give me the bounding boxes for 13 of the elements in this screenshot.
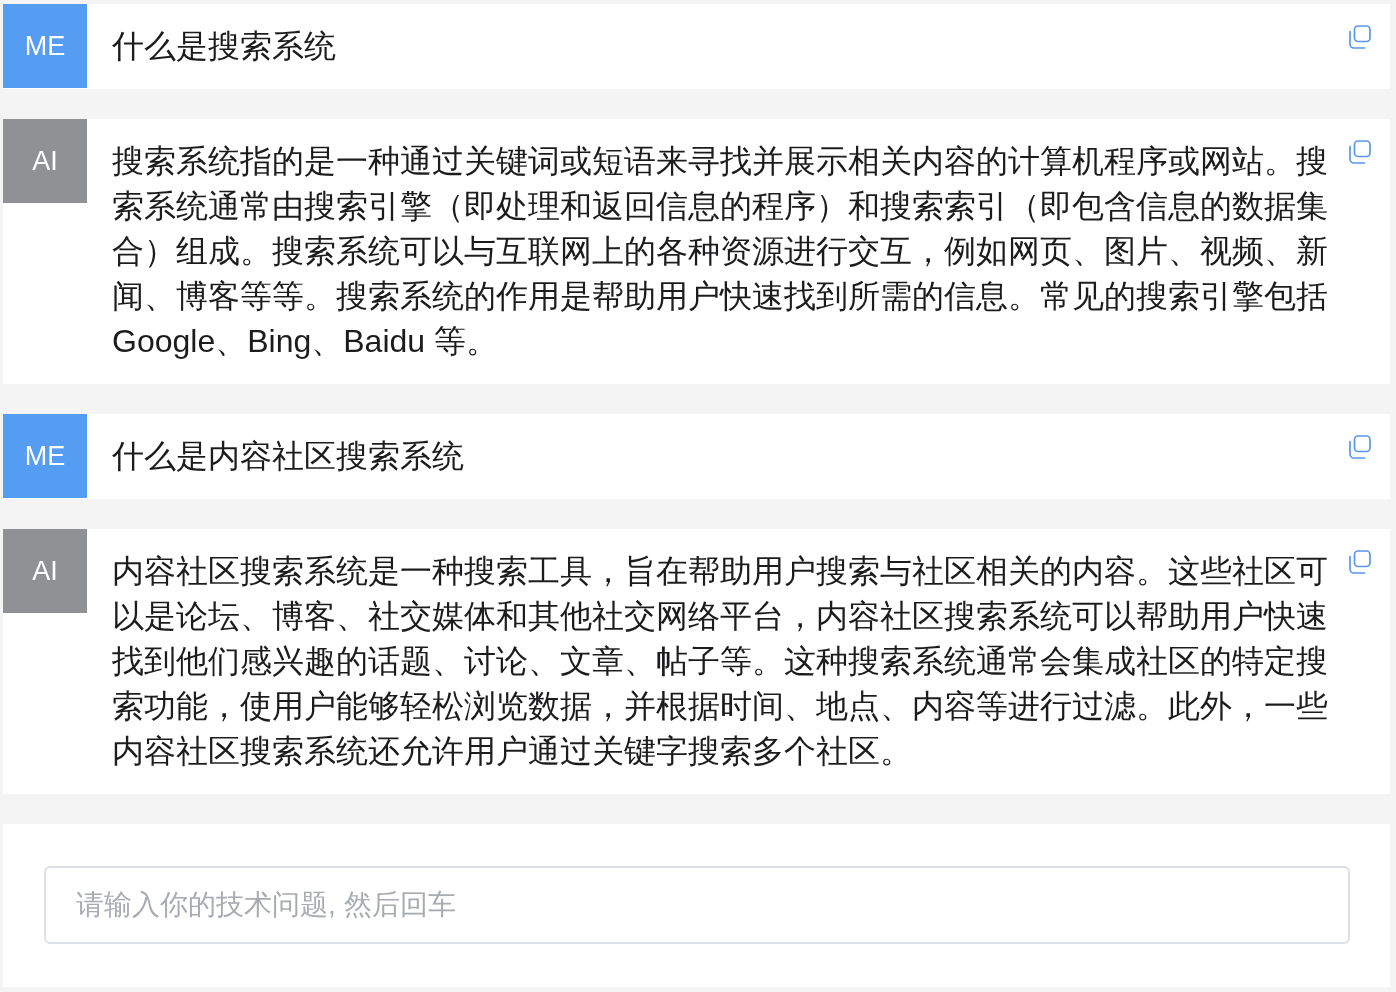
message-text: 搜索系统指的是一种通过关键词或短语来寻找并展示相关内容的计算机程序或网站。搜索系统通常由搜索引擎（即处理和返回信息的程序）和搜索索引（即包含信息的数据集合）组成。搜索系统可以与互联网上的各种资源进行交互，例如网页、图片、视频、新闻、博客等等。搜索系统的作用是帮助用户快速找到所需的信息。常见的搜索引擎包括 Google、Bing、Baidu 等。: [111, 142, 1329, 361]
sender-badge: ME: [3, 4, 87, 88]
message-text: 内容社区搜索系统是一种搜索工具，旨在帮助用户搜索与社区相关的内容。这些社区可以是论坛、博客、社交媒体和其他社交网络平台，内容社区搜索系统可以帮助用户快速找到他们感兴趣的话题、讨论、文章、帖子等。这种搜索系统通常会集成社区的特定搜索功能，使用户能够轻松浏览数据，并根据时间、地点、内容等进行过滤。此外，一些内容社区搜索系统还允许用户通过关键字搜索多个社区。: [111, 552, 1329, 771]
sender-badge: AI: [3, 119, 87, 203]
copy-icon[interactable]: [1347, 550, 1371, 574]
sender-badge: AI: [3, 529, 87, 613]
copy-icon[interactable]: [1347, 435, 1371, 459]
message-text: 什么是搜索系统: [111, 27, 337, 66]
copy-icon[interactable]: [1347, 140, 1371, 164]
message-text: 什么是内容社区搜索系统: [111, 437, 465, 476]
copy-icon[interactable]: [1347, 25, 1371, 49]
question-input[interactable]: 请输入你的技术问题, 然后回车: [44, 866, 1350, 944]
sender-badge: ME: [3, 414, 87, 498]
